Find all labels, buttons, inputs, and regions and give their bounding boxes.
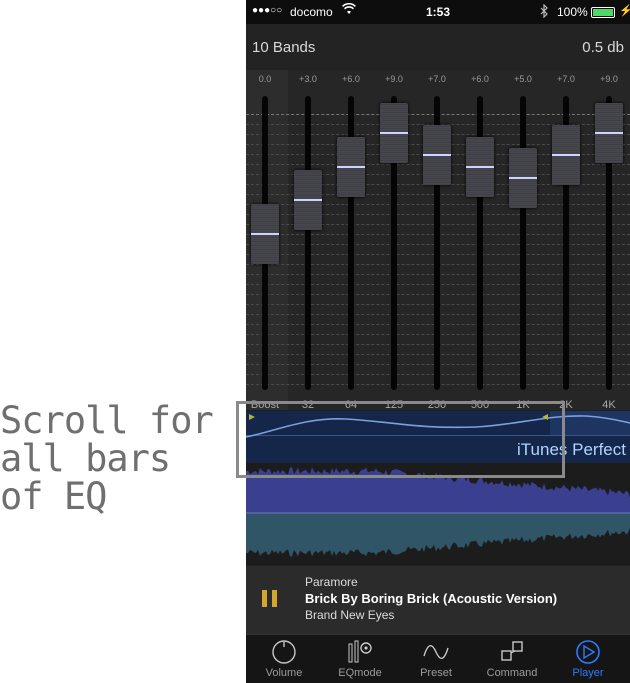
annotation-line-1: Scroll for bbox=[0, 399, 214, 442]
band-frequency-label: 4K bbox=[602, 399, 616, 411]
band-slider-knob[interactable] bbox=[251, 204, 279, 264]
tab-volume-label: Volume bbox=[265, 667, 303, 679]
now-playing-bar: Paramore Brick By Boring Brick (Acoustic… bbox=[246, 566, 630, 634]
eq-header: 10 Bands 0.5 db bbox=[246, 24, 630, 70]
band-slider-knob[interactable] bbox=[337, 136, 365, 197]
eq-slider-panel[interactable]: 0.0 Boost +3.0 32 +6.0 64 +9.0 125 +7.0 250 +6.0 50… bbox=[246, 70, 630, 411]
eq-band-4k: +9.0 4K bbox=[589, 70, 629, 411]
eq-band-64: +6.0 64 bbox=[331, 70, 371, 411]
eq-band-125: +9.0 125 bbox=[374, 70, 414, 411]
eq-band-2k: +7.0 2K bbox=[546, 70, 586, 411]
band-count-label[interactable]: 10 Bands bbox=[252, 39, 315, 56]
eq-band-250: +7.0 250 bbox=[417, 70, 457, 411]
tab-player-label: Player bbox=[572, 667, 604, 679]
battery-percent: 100% bbox=[557, 5, 588, 19]
annotation-callout: Scroll for all bars of EQ bbox=[0, 402, 230, 516]
band-slider-knob[interactable] bbox=[380, 102, 408, 163]
band-slider-track[interactable] bbox=[305, 96, 311, 390]
battery-icon bbox=[591, 7, 615, 18]
band-gain-label: +9.0 bbox=[600, 74, 618, 84]
track-title: Brick By Boring Brick (Acoustic Version) bbox=[305, 591, 558, 606]
track-album: Brand New Eyes bbox=[305, 608, 395, 622]
eq-band-1k: +5.0 1K bbox=[503, 70, 543, 411]
volume-knob-icon bbox=[246, 639, 322, 665]
waveform-graphic bbox=[246, 467, 630, 557]
preset-wave-icon bbox=[398, 639, 474, 665]
db-step-label[interactable]: 0.5 db bbox=[582, 39, 624, 56]
tab-command[interactable]: Command bbox=[474, 635, 550, 683]
band-gain-label: +7.0 bbox=[428, 74, 446, 84]
band-gain-label: +7.0 bbox=[557, 74, 575, 84]
band-gain-label: +6.0 bbox=[471, 74, 489, 84]
tab-command-label: Command bbox=[486, 667, 538, 679]
eq-band-500: +6.0 500 bbox=[460, 70, 500, 411]
annotation-highlight-box bbox=[236, 401, 565, 478]
tab-preset[interactable]: Preset bbox=[398, 635, 474, 683]
band-slider-knob[interactable] bbox=[423, 125, 451, 186]
tab-eqmode[interactable]: EQmode bbox=[322, 635, 398, 683]
band-gain-label: +9.0 bbox=[385, 74, 403, 84]
tab-bar: Volume EQmode Preset Command Player bbox=[246, 634, 630, 683]
tab-eqmode-label: EQmode bbox=[338, 667, 382, 679]
band-gain-label: +5.0 bbox=[514, 74, 532, 84]
status-bar: ●●●○○ docomo 1:53 100% ⚡ bbox=[246, 0, 630, 24]
track-artist: Paramore bbox=[305, 575, 358, 589]
command-icon bbox=[474, 639, 550, 665]
tab-volume[interactable]: Volume bbox=[246, 635, 322, 683]
waveform-display[interactable] bbox=[246, 463, 630, 565]
waveform-lower bbox=[246, 513, 630, 557]
band-slider-knob[interactable] bbox=[466, 136, 494, 197]
tab-preset-label: Preset bbox=[420, 667, 452, 679]
charging-bolt-icon: ⚡ bbox=[619, 5, 630, 17]
pause-icon[interactable] bbox=[262, 590, 280, 608]
annotation-line-2: all bars of EQ bbox=[0, 437, 171, 518]
player-icon bbox=[550, 639, 626, 665]
band-slider-knob[interactable] bbox=[595, 102, 623, 163]
band-slider-track[interactable] bbox=[520, 96, 526, 390]
band-slider-knob[interactable] bbox=[552, 125, 580, 186]
eq-band-boost: 0.0 Boost bbox=[246, 70, 285, 411]
eq-band-32: +3.0 32 bbox=[288, 70, 328, 411]
band-slider-knob[interactable] bbox=[509, 147, 537, 208]
band-gain-label: 0.0 bbox=[258, 74, 272, 84]
phone-screen: ●●●○○ docomo 1:53 100% ⚡ 10 Bands 0.5 db… bbox=[246, 0, 630, 683]
band-gain-label: +3.0 bbox=[299, 74, 317, 84]
eqmode-icon bbox=[322, 639, 398, 665]
bluetooth-icon bbox=[540, 3, 549, 21]
tab-player[interactable]: Player bbox=[550, 635, 626, 683]
band-slider-knob[interactable] bbox=[294, 170, 322, 231]
band-gain-label: +6.0 bbox=[342, 74, 360, 84]
